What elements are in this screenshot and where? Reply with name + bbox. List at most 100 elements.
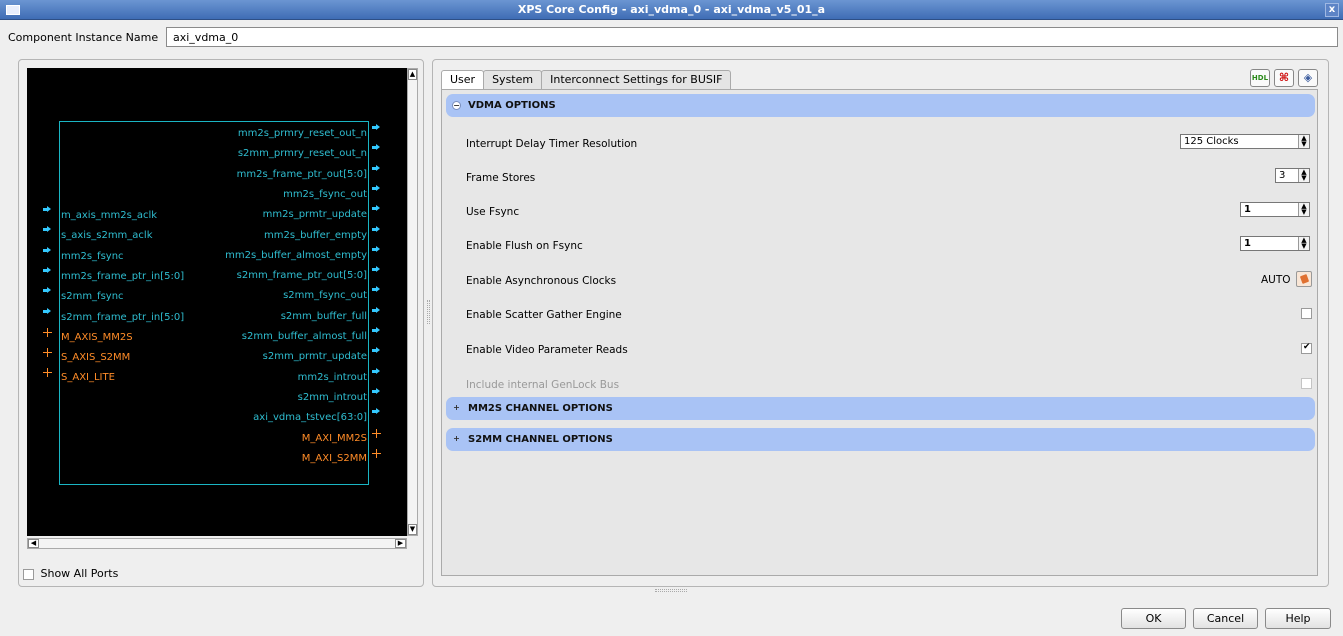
port-label-s2mm-fsync[interactable]: s2mm_fsync: [61, 291, 124, 302]
input-arrow-icon: [43, 266, 51, 274]
async-clocks-value: AUTO: [1261, 274, 1291, 286]
param-genlock-bus: Include internal GenLock Bus: [466, 375, 1312, 395]
port-label-mm2s-buffer-almost-empty[interactable]: mm2s_buffer_almost_empty: [225, 250, 367, 261]
port-label-mm2s-frame-ptr-out-5-0-[interactable]: mm2s_frame_ptr_out[5:0]: [237, 169, 367, 180]
input-arrow-icon: [43, 246, 51, 254]
close-icon[interactable]: x: [1325, 3, 1339, 17]
port-label-mm2s-prmtr-update[interactable]: mm2s_prmtr_update: [263, 209, 367, 220]
frame-stores-spinner[interactable]: 3 ▲ ▼: [1275, 168, 1310, 183]
output-arrow-icon: [372, 306, 380, 314]
block-diagram-panel: m_axis_mm2s_aclk s_axis_s2mm_aclk mm2s_fsy…: [18, 59, 424, 587]
output-arrow-icon: [372, 408, 380, 415]
video-param-reads-label: Enable Video Parameter Reads: [466, 344, 628, 356]
pdf-datasheet-icon[interactable]: ⌘: [1274, 69, 1294, 87]
port-label-m-axi-mm2s[interactable]: M_AXI_MM2S: [302, 433, 367, 444]
scroll-down-arrow-icon[interactable]: ▼: [408, 524, 417, 535]
options-content: − VDMA OPTIONS Interrupt Delay Timer Res…: [441, 89, 1318, 576]
input-arrow-icon: [43, 287, 51, 294]
output-arrow-icon: [372, 144, 380, 151]
block-diagram-canvas[interactable]: m_axis_mm2s_aclk s_axis_s2mm_aclk mm2s_fsy…: [27, 68, 407, 536]
output-arrow-icon: [372, 367, 380, 375]
output-arrow-icon: [372, 205, 380, 212]
interrupt-delay-value: 125 Clocks: [1184, 136, 1239, 147]
port-label-s2mm-fsync-out[interactable]: s2mm_fsync_out: [283, 290, 367, 301]
collapse-icon[interactable]: −: [452, 101, 461, 110]
bus-port-icon: [43, 327, 52, 337]
scroll-up-arrow-icon[interactable]: ▲: [408, 69, 417, 80]
vertical-splitter-handle[interactable]: [427, 300, 430, 324]
ok-button[interactable]: OK: [1121, 608, 1186, 629]
diagram-horizontal-scrollbar[interactable]: ◀ ▶: [27, 538, 407, 549]
interrupt-delay-select[interactable]: 125 Clocks ▲ ▼: [1180, 134, 1310, 149]
scroll-right-arrow-icon[interactable]: ▶: [395, 539, 406, 548]
port-label-mm2s-frame-ptr-in-5-0-[interactable]: mm2s_frame_ptr_in[5:0]: [61, 271, 184, 282]
instance-name-label: Component Instance Name: [8, 31, 159, 44]
window-title: XPS Core Config - axi_vdma_0 - axi_vdma_…: [517, 3, 826, 16]
port-label-m-axi-s2mm[interactable]: M_AXI_S2MM: [302, 453, 367, 464]
frame-stores-value: 3: [1279, 170, 1286, 181]
spinner-arrows-icon[interactable]: ▲ ▼: [1298, 169, 1309, 182]
port-label-s2mm-prmtr-update[interactable]: s2mm_prmtr_update: [263, 351, 367, 362]
expand-icon[interactable]: +: [452, 404, 461, 413]
port-label-mm2s-fsync[interactable]: mm2s_fsync: [61, 251, 124, 262]
port-label-m-axis-mm2s-aclk[interactable]: m_axis_mm2s_aclk: [61, 210, 157, 221]
port-label-s-axis-s2mm[interactable]: S_AXIS_S2MM: [61, 352, 130, 363]
horizontal-splitter-handle[interactable]: [655, 589, 687, 592]
genlock-bus-checkbox: [1301, 378, 1312, 389]
output-arrow-icon: [372, 184, 380, 192]
bus-port-icon: [43, 368, 52, 378]
port-label-mm2s-buffer-empty[interactable]: mm2s_buffer_empty: [264, 230, 367, 241]
diagram-vertical-scrollbar[interactable]: ▲ ▼: [407, 68, 418, 536]
port-label-s-axis-s2mm-aclk[interactable]: s_axis_s2mm_aclk: [61, 230, 153, 241]
port-label-mm2s-fsync-out[interactable]: mm2s_fsync_out: [283, 189, 367, 200]
param-use-fsync: Use Fsync 1 ▲ ▼: [466, 202, 1312, 222]
output-arrow-icon: [372, 327, 380, 334]
frame-stores-label: Frame Stores: [466, 172, 536, 184]
show-all-ports-checkbox[interactable]: [23, 568, 34, 580]
help-button[interactable]: Help: [1265, 608, 1331, 629]
bus-port-icon: [372, 428, 381, 438]
port-label-mm2s-introut[interactable]: mm2s_introut: [298, 372, 367, 383]
enable-flush-select[interactable]: 1 ▲ ▼: [1240, 236, 1310, 251]
output-arrow-icon: [372, 124, 380, 131]
param-enable-flush: Enable Flush on Fsync 1 ▲ ▼: [466, 236, 1312, 256]
spinner-arrows-icon[interactable]: ▲ ▼: [1298, 135, 1309, 148]
port-label-s2mm-buffer-almost-full[interactable]: s2mm_buffer_almost_full: [242, 331, 367, 342]
port-label-axi-vdma-tstvec-63-0-[interactable]: axi_vdma_tstvec[63:0]: [253, 412, 367, 423]
port-label-s2mm-introut[interactable]: s2mm_introut: [298, 392, 367, 403]
port-label-m-axis-mm2s[interactable]: M_AXIS_MM2S: [61, 332, 133, 343]
mm2s-options-header[interactable]: + MM2S CHANNEL OPTIONS: [446, 397, 1315, 420]
hdl-icon[interactable]: HDL: [1250, 69, 1270, 87]
tab-bar: User System Interconnect Settings for BU…: [441, 70, 732, 90]
port-label-s2mm-prmry-reset-out-n[interactable]: s2mm_prmry_reset_out_n: [238, 148, 367, 159]
scatter-gather-label: Enable Scatter Gather Engine: [466, 309, 622, 321]
port-label-s2mm-buffer-full[interactable]: s2mm_buffer_full: [281, 311, 367, 322]
use-fsync-select[interactable]: 1 ▲ ▼: [1240, 202, 1310, 217]
output-arrow-icon: [372, 347, 380, 354]
vdma-options-label: VDMA OPTIONS: [468, 100, 556, 111]
auto-edit-icon[interactable]: [1296, 271, 1312, 287]
scroll-left-arrow-icon[interactable]: ◀: [28, 539, 39, 548]
port-label-s2mm-frame-ptr-in-5-0-[interactable]: s2mm_frame_ptr_in[5:0]: [61, 312, 184, 323]
show-all-ports-option[interactable]: Show All Ports: [23, 567, 118, 580]
tab-user[interactable]: User: [441, 70, 485, 90]
package-icon[interactable]: ◈: [1298, 69, 1318, 87]
dropdown-arrows-icon[interactable]: ▲ ▼: [1298, 237, 1309, 250]
s2mm-options-header[interactable]: + S2MM CHANNEL OPTIONS: [446, 428, 1315, 451]
show-all-ports-label: Show All Ports: [40, 567, 119, 580]
scatter-gather-checkbox[interactable]: [1301, 308, 1312, 319]
enable-flush-value: 1: [1244, 238, 1251, 249]
port-label-mm2s-prmry-reset-out-n[interactable]: mm2s_prmry_reset_out_n: [238, 128, 367, 139]
tab-system[interactable]: System: [483, 70, 543, 89]
expand-icon[interactable]: +: [452, 435, 461, 444]
video-param-reads-checkbox[interactable]: [1301, 342, 1312, 354]
vdma-options-header[interactable]: − VDMA OPTIONS: [446, 94, 1315, 117]
port-label-s-axi-lite[interactable]: S_AXI_LITE: [61, 372, 115, 383]
instance-name-input[interactable]: [166, 27, 1338, 47]
toolbar-icons: HDL ⌘ ◈: [1250, 69, 1318, 87]
dropdown-arrows-icon[interactable]: ▲ ▼: [1298, 203, 1309, 216]
port-label-s2mm-frame-ptr-out-5-0-[interactable]: s2mm_frame_ptr_out[5:0]: [237, 270, 367, 281]
tab-interconnect-settings[interactable]: Interconnect Settings for BUSIF: [541, 70, 732, 89]
cancel-button[interactable]: Cancel: [1193, 608, 1258, 629]
instance-name-row: Component Instance Name: [0, 25, 1343, 51]
